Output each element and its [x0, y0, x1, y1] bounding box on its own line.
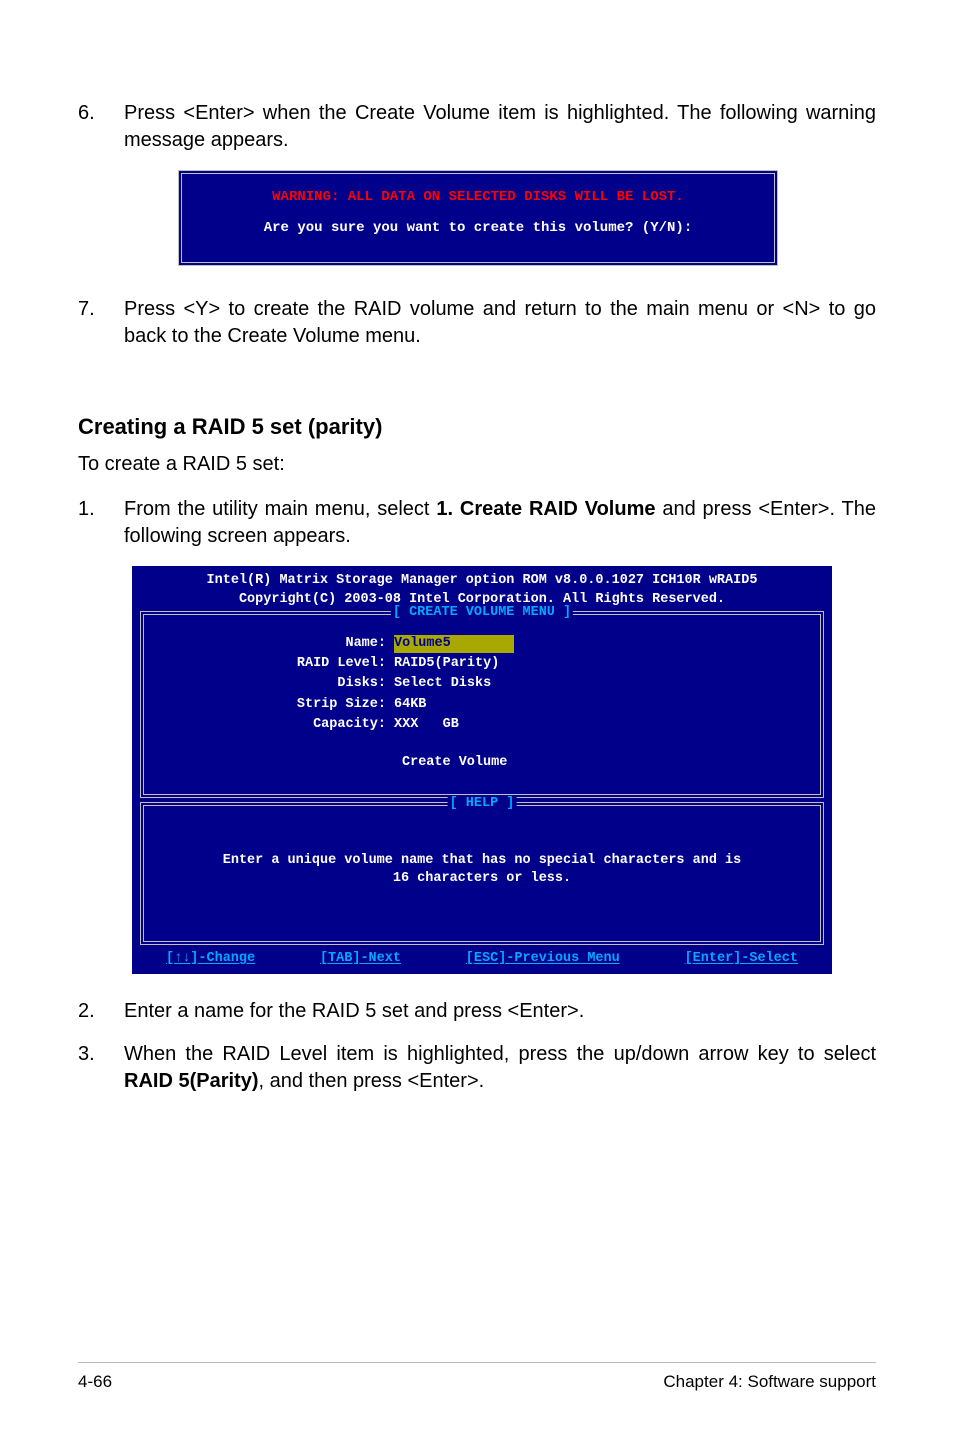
create-volume-panel: [ CREATE VOLUME MENU ] Name: Volume5 RAI… [140, 611, 824, 798]
step-3-text: When the RAID Level item is highlighted,… [124, 1041, 876, 1095]
field-raidlevel-label: RAID Level: [164, 655, 394, 673]
rom-footer: [↑↓]-Change [TAB]-Next [ESC]-Previous Me… [140, 949, 824, 970]
footer-select: [Enter]-Select [685, 950, 798, 968]
footer-next: [TAB]-Next [320, 950, 401, 968]
step-1: 1. From the utility main menu, select 1.… [78, 496, 876, 550]
create-volume-action[interactable]: Create Volume [164, 754, 800, 772]
step-3-post: , and then press <Enter>. [258, 1070, 484, 1092]
page-number: 4-66 [78, 1371, 112, 1394]
section-subpara: To create a RAID 5 set: [78, 451, 876, 478]
step-7: 7. Press <Y> to create the RAID volume a… [78, 296, 876, 350]
step-3-number: 3. [78, 1041, 98, 1095]
step-3: 3. When the RAID Level item is highlight… [78, 1041, 876, 1095]
warning-line-2: Are you sure you want to create this vol… [198, 219, 758, 238]
field-disks-row: Disks: Select Disks [164, 675, 800, 693]
field-stripsize-value[interactable]: 64KB [394, 696, 426, 714]
step-2: 2. Enter a name for the RAID 5 set and p… [78, 998, 876, 1025]
create-volume-panel-title: [ CREATE VOLUME MENU ] [391, 604, 573, 622]
warning-line-1: WARNING: ALL DATA ON SELECTED DISKS WILL… [198, 188, 758, 207]
step-7-number: 7. [78, 296, 98, 350]
step-3-pre: When the RAID Level item is highlighted,… [124, 1043, 876, 1065]
field-capacity-value[interactable]: XXX GB [394, 716, 459, 734]
warning-dialog-border: WARNING: ALL DATA ON SELECTED DISKS WILL… [178, 170, 778, 266]
field-capacity-row: Capacity: XXX GB [164, 716, 800, 734]
field-disks-label: Disks: [164, 675, 394, 693]
rom-header-line1: Intel(R) Matrix Storage Manager option R… [140, 572, 824, 590]
option-rom-screen: Intel(R) Matrix Storage Manager option R… [132, 566, 832, 973]
field-disks-value[interactable]: Select Disks [394, 675, 491, 693]
step-2-number: 2. [78, 998, 98, 1025]
field-stripsize-row: Strip Size: 64KB [164, 696, 800, 714]
step-2-text: Enter a name for the RAID 5 set and pres… [124, 998, 876, 1025]
create-volume-panel-body: Name: Volume5 RAID Level: RAID5(Parity) … [144, 615, 820, 794]
step-6: 6. Press <Enter> when the Create Volume … [78, 100, 876, 154]
step-7-text: Press <Y> to create the RAID volume and … [124, 296, 876, 350]
help-panel-text: Enter a unique volume name that has no s… [144, 806, 820, 940]
help-panel-title: [ HELP ] [448, 795, 517, 813]
field-capacity-label: Capacity: [164, 716, 394, 734]
field-name-value[interactable]: Volume5 [394, 635, 514, 653]
field-name-label: Name: [164, 635, 394, 653]
step-1-text: From the utility main menu, select 1. Cr… [124, 496, 876, 550]
warning-dialog: WARNING: ALL DATA ON SELECTED DISKS WILL… [178, 170, 778, 266]
footer-change: [↑↓]-Change [166, 950, 255, 968]
step-3-bold: RAID 5(Parity) [124, 1070, 258, 1092]
footer-prev: [ESC]-Previous Menu [466, 950, 620, 968]
step-6-text: Press <Enter> when the Create Volume ite… [124, 100, 876, 154]
field-stripsize-label: Strip Size: [164, 696, 394, 714]
help-panel: [ HELP ] Enter a unique volume name that… [140, 802, 824, 944]
step-1-number: 1. [78, 496, 98, 550]
step-1-pre: From the utility main menu, select [124, 498, 436, 520]
page-footer: 4-66 Chapter 4: Software support [78, 1362, 876, 1394]
step-6-number: 6. [78, 100, 98, 154]
field-raidlevel-value[interactable]: RAID5(Parity) [394, 655, 499, 673]
field-raidlevel-row: RAID Level: RAID5(Parity) [164, 655, 800, 673]
section-heading: Creating a RAID 5 set (parity) [78, 412, 876, 442]
chapter-label: Chapter 4: Software support [663, 1371, 876, 1394]
step-1-bold: 1. Create RAID Volume [436, 498, 655, 520]
field-name-row: Name: Volume5 [164, 635, 800, 653]
field-name-highlight: Volume5 [394, 635, 514, 653]
